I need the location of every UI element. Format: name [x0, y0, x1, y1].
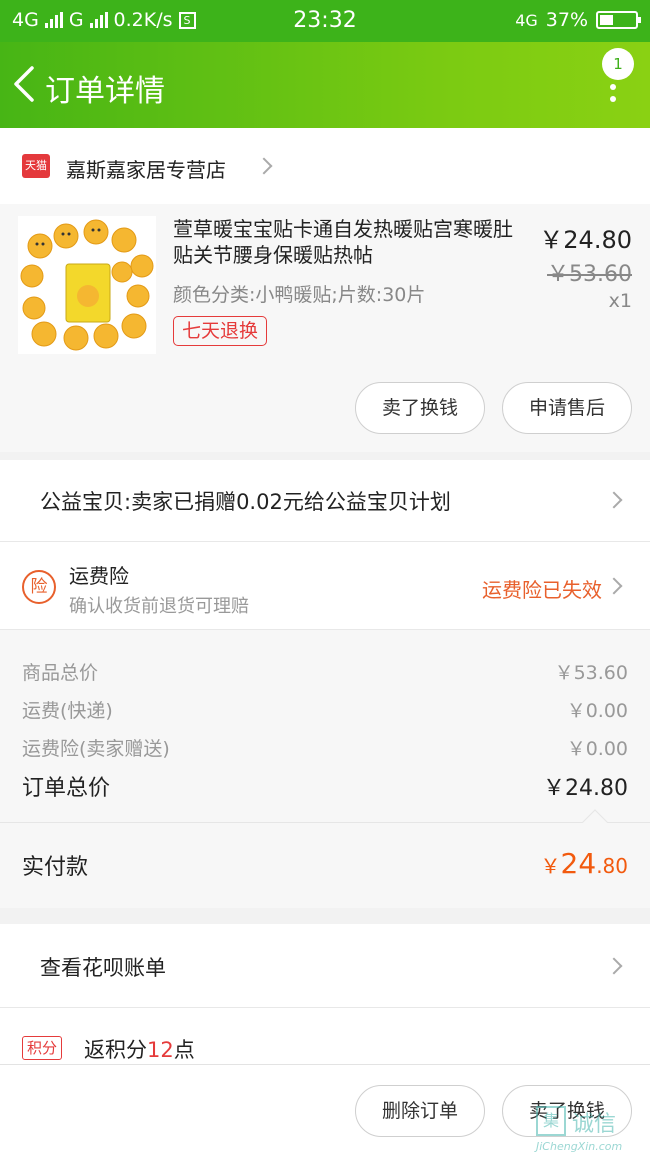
- order-total-label: 订单总价: [22, 776, 111, 801]
- insurance-subtitle: 确认收货前退货可理赔: [69, 596, 249, 617]
- points-count: 12: [147, 1038, 174, 1062]
- notification-badge[interactable]: 1: [602, 48, 634, 80]
- items-total-label: 商品总价: [22, 662, 99, 684]
- items-total-value: ￥53.60: [554, 662, 628, 684]
- watermark-text: 诚信: [572, 1112, 617, 1137]
- shop-name[interactable]: 嘉斯嘉家居专营店: [66, 154, 226, 183]
- chevron-right-icon: [605, 577, 623, 595]
- huabei-bill-row[interactable]: 查看花呗账单: [0, 924, 650, 1008]
- shipping-fee-value: ￥0.00: [566, 700, 628, 722]
- charity-text: 公益宝贝:卖家已捐赠0.02元给公益宝贝计划: [40, 490, 451, 514]
- shipping-fee-label: 运费(快递): [22, 700, 113, 722]
- nav-bar: 订单详情 1: [0, 42, 650, 128]
- watermark-badge: 集: [536, 1106, 566, 1136]
- product-title[interactable]: 萱草暖宝宝贴卡通自发热暖贴宫寒暖肚贴关节腰身保暖贴热帖: [173, 216, 528, 268]
- points-prefix: 返积分: [84, 1038, 147, 1062]
- insurance-icon: 险: [22, 570, 56, 604]
- tmall-logo: 天猫: [22, 154, 50, 178]
- insurance-title: 运费险: [69, 564, 129, 588]
- battery-icon: [596, 11, 641, 29]
- product-thumbnail[interactable]: [18, 216, 156, 354]
- paid-decimal: .80: [596, 854, 628, 878]
- sell-button[interactable]: 卖了换钱: [355, 382, 485, 434]
- charity-row[interactable]: 公益宝贝:卖家已捐赠0.02元给公益宝贝计划: [0, 460, 650, 542]
- insurance-status: 运费险已失效: [482, 578, 602, 602]
- chevron-right-icon: [605, 957, 623, 975]
- insurance-fee-row: 运费险(卖家赠送) ￥0.00: [22, 734, 628, 761]
- order-total-row: 订单总价 ￥24.80: [22, 770, 628, 802]
- points-tag: 积分: [22, 1036, 63, 1060]
- paid-amount-row: 实付款 ￥24.80: [0, 809, 650, 908]
- more-menu-icon[interactable]: [608, 72, 618, 112]
- page-title: 订单详情: [45, 74, 165, 109]
- insurance-fee-label: 运费险(卖家赠送): [22, 738, 170, 760]
- points-row: 积分 返积分12点: [0, 1008, 650, 1068]
- after-sale-button[interactable]: 申请售后: [502, 382, 632, 434]
- watermark-url: JiChengXin.com: [536, 1140, 623, 1153]
- price-breakdown: 商品总价 ￥53.60 运费(快递) ￥0.00 运费险(卖家赠送) ￥0.00…: [0, 630, 650, 822]
- paid-label: 实付款: [22, 855, 89, 880]
- chevron-right-icon: [605, 491, 623, 509]
- status-bar: 4G G 0.2K/s S 23:32 4G 37%: [0, 0, 650, 42]
- paid-value: ￥24.80: [541, 847, 628, 880]
- items-total-row: 商品总价 ￥53.60: [22, 658, 628, 685]
- network-label-3: 4G: [515, 10, 538, 30]
- insurance-fee-value: ￥0.00: [566, 738, 628, 760]
- shipping-fee-row: 运费(快递) ￥0.00: [22, 696, 628, 723]
- shipping-insurance-row[interactable]: 险 运费险 确认收货前退货可理赔 运费险已失效: [0, 542, 650, 630]
- back-arrow-icon[interactable]: [10, 64, 40, 104]
- product-quantity: x1: [608, 290, 632, 312]
- order-item[interactable]: 萱草暖宝宝贴卡通自发热暖贴宫寒暖肚贴关节腰身保暖贴热帖 颜色分类:小鸭暖贴;片数…: [0, 204, 650, 452]
- points-suffix: 点: [173, 1038, 195, 1062]
- huabei-bill-text: 查看花呗账单: [40, 956, 166, 980]
- product-price: ￥24.80: [539, 226, 632, 254]
- product-image-icon: [18, 216, 156, 354]
- product-attributes: 颜色分类:小鸭暖贴;片数:30片: [173, 284, 426, 306]
- points-text: 返积分12点: [84, 1034, 195, 1064]
- paid-integer: 24: [560, 847, 597, 880]
- watermark-logo: 集 诚信 JiChengXin.com: [536, 1106, 648, 1153]
- order-total-value: ￥24.80: [543, 776, 628, 801]
- chevron-right-icon: [255, 157, 273, 175]
- status-right: 4G 37%: [515, 9, 641, 31]
- product-original-price: ￥53.60: [547, 262, 632, 287]
- battery-percent: 37%: [545, 9, 588, 31]
- shop-row[interactable]: 天猫 嘉斯嘉家居专营店: [0, 128, 650, 204]
- paid-currency: ￥: [540, 854, 561, 878]
- return-policy-tag: 七天退换: [173, 316, 268, 346]
- delete-order-button[interactable]: 删除订单: [355, 1085, 485, 1137]
